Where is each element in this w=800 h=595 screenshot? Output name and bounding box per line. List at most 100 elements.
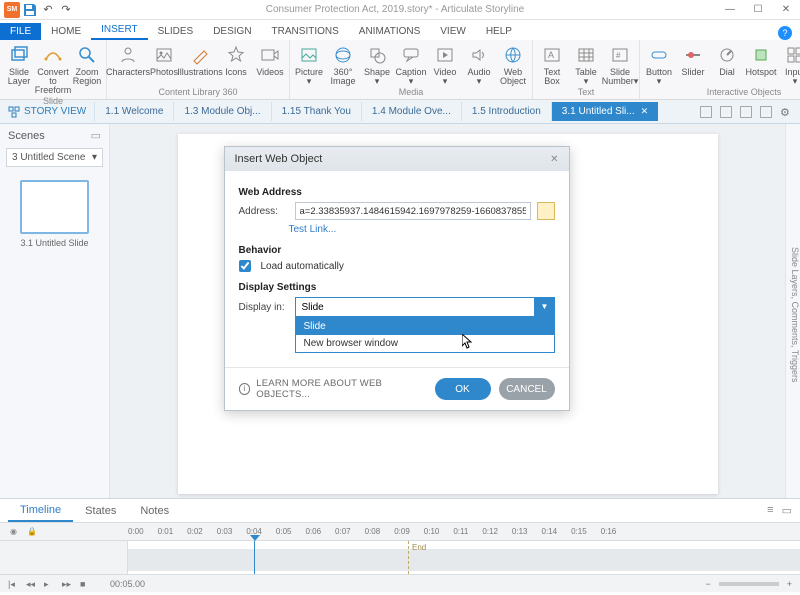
hotspot-button[interactable]: Hotspot [744,42,778,77]
button-insert-button[interactable]: Button ▾ [642,42,676,86]
360-image-button[interactable]: 360° Image [326,42,360,86]
text-box-button[interactable]: AText Box [535,42,569,86]
display-in-select[interactable]: ▼ Slide New browser window [295,297,555,317]
view-icon[interactable] [700,106,712,118]
scene-selector[interactable]: 3 Untitled Scene▾ [6,148,103,167]
timeline-object-bar[interactable] [128,549,800,571]
zoom-out-button[interactable]: − [705,579,710,589]
zoom-slider[interactable] [719,582,779,586]
doc-tab[interactable]: 1.5 Introduction [461,102,551,121]
doc-tab[interactable]: 1.3 Module Obj... [173,102,270,121]
close-tab-icon[interactable]: ✕ [641,106,649,117]
cancel-button[interactable]: CANCEL [499,378,555,400]
browse-folder-button[interactable] [537,202,555,220]
zoom-region-button[interactable]: Zoom Region [70,42,104,86]
shape-button[interactable]: Shape ▾ [360,42,394,86]
timeline-track[interactable]: End [128,541,800,574]
table-button[interactable]: Table ▾ [569,42,603,86]
undo-icon[interactable]: ↶ [40,2,56,18]
icons-button[interactable]: Icons [219,42,253,77]
display-in-input[interactable] [295,297,535,317]
timeline-ruler[interactable]: ◉ 🔒 0:00 0:01 0:02 0:03 0:04 0:05 0:06 0… [0,523,800,541]
view-icon[interactable] [740,106,752,118]
minimize-button[interactable]: — [716,0,744,20]
audio-button[interactable]: Audio ▾ [462,42,496,86]
view-icon[interactable] [720,106,732,118]
slide-canvas[interactable]: Insert Web Object ✕ Web Address Address:… [110,124,785,498]
doc-tab[interactable]: 1.1 Welcome [94,102,173,121]
tab-slides[interactable]: SLIDES [148,23,204,40]
dropdown-option-slide[interactable]: Slide [296,318,554,335]
tab-insert[interactable]: INSERT [91,21,148,40]
slide-thumbnail-label: 3.1 Untitled Slide [0,238,109,248]
document-tab-bar: STORY VIEW 1.1 Welcome 1.3 Module Obj...… [0,100,800,124]
learn-more-link[interactable]: i LEARN MORE ABOUT WEB OBJECTS... [239,378,435,400]
ok-button[interactable]: OK [435,378,491,400]
convert-freeform-button[interactable]: Convert to Freeform [36,42,70,95]
timeline-tool-icon[interactable]: ≡ [767,504,773,517]
timeline-tool-icon[interactable]: ▭ [782,504,792,517]
dropdown-option-new-window[interactable]: New browser window [296,335,554,352]
lock-icon[interactable]: 🔒 [27,527,37,536]
slide-layer-button[interactable]: Slide Layer [2,42,36,86]
step-back-button[interactable]: ◂◂ [26,579,36,589]
tab-states[interactable]: States [73,501,128,521]
dialog-close-icon[interactable]: ✕ [550,154,558,165]
address-input[interactable] [295,202,531,220]
info-icon: i [239,383,251,395]
save-icon[interactable] [22,2,38,18]
picture-button[interactable]: Picture ▾ [292,42,326,86]
slide-number-button[interactable]: #Slide Number▾ [603,42,637,86]
characters-button[interactable]: Characters [109,42,147,77]
eye-icon[interactable]: ◉ [10,527,17,536]
dial-button[interactable]: Dial [710,42,744,77]
caption-button[interactable]: Caption ▾ [394,42,428,86]
scenes-menu-icon[interactable]: ▭ [91,129,101,142]
help-icon[interactable]: ? [778,26,792,40]
play-button[interactable]: ▸ [44,579,54,589]
maximize-button[interactable]: ☐ [744,0,772,20]
view-icon[interactable] [760,106,772,118]
timeline-layers-list[interactable] [0,541,128,574]
timeline-panel: ◉ 🔒 0:00 0:01 0:02 0:03 0:04 0:05 0:06 0… [0,522,800,592]
tab-animations[interactable]: ANIMATIONS [349,23,430,40]
doc-tab[interactable]: 1.15 Thank You [271,102,361,121]
step-forward-button[interactable]: ▸▸ [62,579,72,589]
app-menu-icon[interactable]: SM [4,2,20,18]
main-area: Scenes ▭ 3 Untitled Scene▾ 3.1 Untitled … [0,124,800,498]
load-automatically-label: Load automatically [261,261,344,272]
doc-tab-active[interactable]: 3.1 Untitled Sli...✕ [551,102,658,121]
redo-icon[interactable]: ↷ [58,2,74,18]
load-automatically-checkbox[interactable] [239,260,251,272]
photos-button[interactable]: Photos [147,42,181,77]
tab-file[interactable]: FILE [0,23,41,40]
videos-button[interactable]: Videos [253,42,287,77]
tab-view[interactable]: VIEW [430,23,476,40]
slide-thumbnail[interactable] [20,180,89,234]
close-button[interactable]: ✕ [772,0,800,20]
video-button[interactable]: Video ▾ [428,42,462,86]
playhead[interactable] [254,541,255,574]
tab-timeline[interactable]: Timeline [8,500,73,522]
slider-button[interactable]: Slider [676,42,710,77]
view-icon[interactable]: ⚙ [780,106,792,118]
timeline-end-marker[interactable] [408,541,409,574]
scenes-panel: Scenes ▭ 3 Untitled Scene▾ 3.1 Untitled … [0,124,110,498]
right-panel-collapsed[interactable]: Slide Layers, Comments, Triggers [785,124,800,498]
story-view-button[interactable]: STORY VIEW [0,106,94,118]
tab-home[interactable]: HOME [41,23,91,40]
bottom-tab-right-icons: ≡ ▭ [767,504,792,517]
dropdown-toggle-button[interactable]: ▼ [535,297,555,317]
tab-transitions[interactable]: TRANSITIONS [262,23,349,40]
web-object-button[interactable]: Web Object [496,42,530,86]
tab-design[interactable]: DESIGN [203,23,261,40]
test-link[interactable]: Test Link... [289,224,555,235]
tab-help[interactable]: HELP [476,23,522,40]
doc-tab[interactable]: 1.4 Module Ove... [361,102,461,121]
illustrations-button[interactable]: Illustrations [181,42,219,77]
zoom-in-button[interactable]: + [787,579,792,589]
rewind-start-button[interactable]: |◂ [8,579,18,589]
input-button[interactable]: Input ▾ [778,42,800,86]
tab-notes[interactable]: Notes [128,501,181,521]
stop-button[interactable]: ■ [80,579,90,589]
